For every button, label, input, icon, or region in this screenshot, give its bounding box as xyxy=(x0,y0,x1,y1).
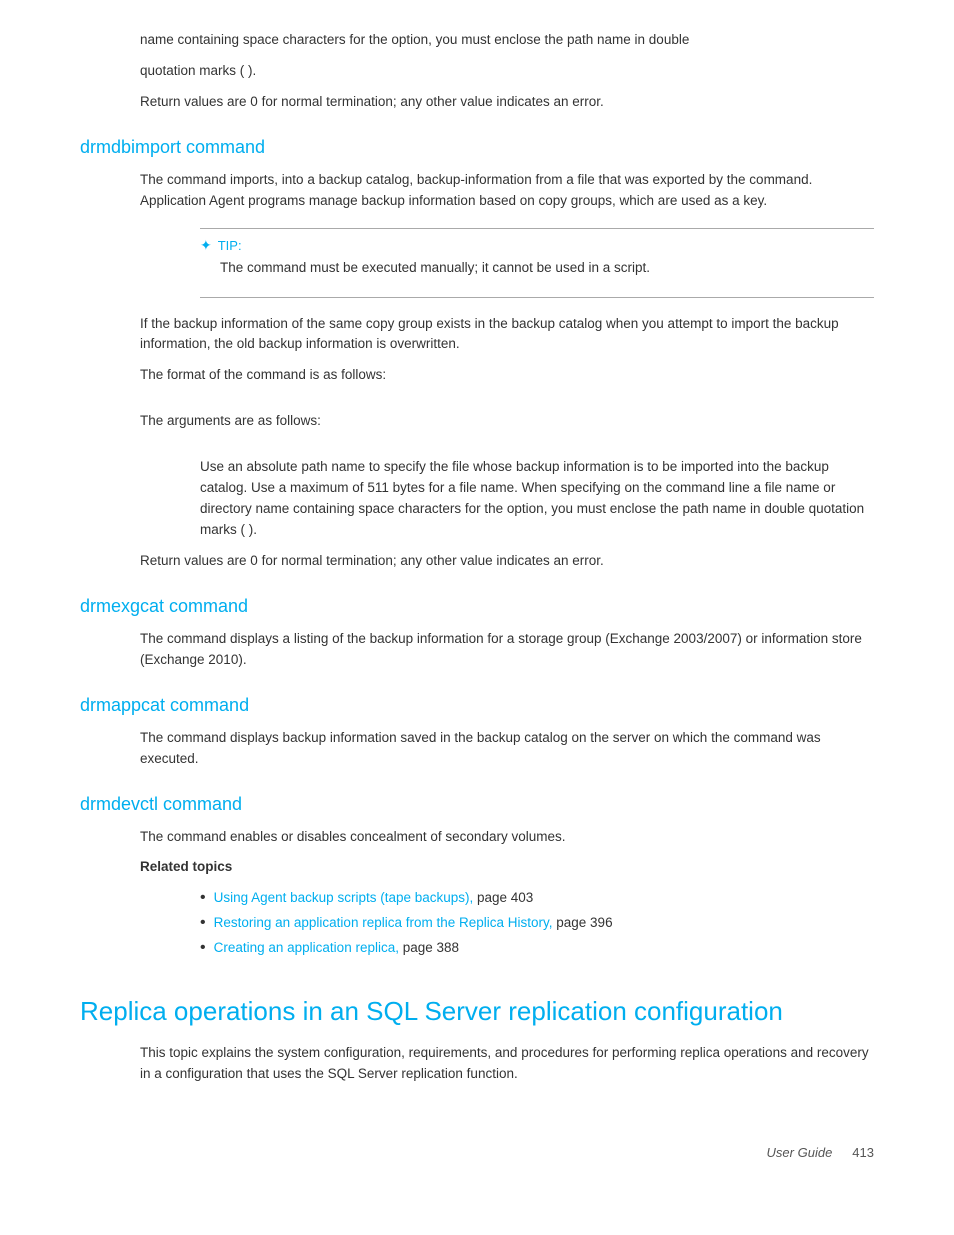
related-link-2-suffix: page 396 xyxy=(553,915,613,930)
related-link-2: Restoring an application replica from th… xyxy=(200,913,874,934)
footer-page-number: 413 xyxy=(852,1145,874,1160)
drmdbimport-return-values: Return values are 0 for normal terminati… xyxy=(140,551,874,572)
related-link-1: Using Agent backup scripts (tape backups… xyxy=(200,888,874,909)
footer-label: User Guide xyxy=(767,1145,833,1160)
page-content: name containing space characters for the… xyxy=(80,30,874,1160)
drmdbimport-body5-indent: Use an absolute path name to specify the… xyxy=(200,457,874,541)
drmdbimport-body2: If the backup information of the same co… xyxy=(140,314,874,356)
intro-text-line2: quotation marks ( ). xyxy=(140,61,874,82)
related-link-1-suffix: page 403 xyxy=(473,890,533,905)
tip-header: ✦ TIP: xyxy=(200,237,862,254)
drmdbimport-body5: Use an absolute path name to specify the… xyxy=(200,457,874,541)
related-link-1-content: Using Agent backup scripts (tape backups… xyxy=(214,888,534,909)
related-link-1-anchor[interactable]: Using Agent backup scripts (tape backups… xyxy=(214,890,474,905)
return-values-top: Return values are 0 for normal terminati… xyxy=(140,92,874,113)
related-link-2-anchor[interactable]: Restoring an application replica from th… xyxy=(214,915,553,930)
large-section-body-text: This topic explains the system configura… xyxy=(140,1043,874,1085)
tip-box: ✦ TIP: The command must be executed manu… xyxy=(200,228,874,298)
related-link-3-content: Creating an application replica, page 38… xyxy=(214,938,459,959)
large-section-heading: Replica operations in an SQL Server repl… xyxy=(80,995,874,1029)
related-topics-label: Related topics xyxy=(140,857,874,878)
drmexgcat-body: The command displays a listing of the ba… xyxy=(140,629,874,671)
drmdbimport-body: The command imports, into a backup catal… xyxy=(140,170,874,572)
drmappcat-body: The command displays backup information … xyxy=(140,728,874,770)
drmdevctl-body1: The command enables or disables concealm… xyxy=(140,827,874,848)
section-heading-drmappcat: drmappcat command xyxy=(80,695,874,716)
related-link-3-suffix: page 388 xyxy=(399,940,459,955)
related-link-2-content: Restoring an application replica from th… xyxy=(214,913,613,934)
drmexgcat-body1: The command displays a listing of the ba… xyxy=(140,629,874,671)
section-heading-drmdbimport: drmdbimport command xyxy=(80,137,874,158)
tip-text: The command must be executed manually; i… xyxy=(220,258,862,279)
related-link-3-anchor[interactable]: Creating an application replica, xyxy=(214,940,399,955)
drmappcat-body1: The command displays backup information … xyxy=(140,728,874,770)
drmdbimport-body4: The arguments are as follows: xyxy=(140,411,874,432)
related-links-list: Using Agent backup scripts (tape backups… xyxy=(200,888,874,959)
section-heading-drmdevctl: drmdevctl command xyxy=(80,794,874,815)
drmdevctl-body: The command enables or disables concealm… xyxy=(140,827,874,960)
drmdbimport-body1: The command imports, into a backup catal… xyxy=(140,170,874,212)
section-heading-drmexgcat: drmexgcat command xyxy=(80,596,874,617)
intro-paragraph: name containing space characters for the… xyxy=(140,30,874,82)
page-footer: User Guide 413 xyxy=(80,1145,874,1160)
large-section-body: This topic explains the system configura… xyxy=(140,1043,874,1085)
tip-icon: ✦ xyxy=(200,237,212,254)
related-link-3: Creating an application replica, page 38… xyxy=(200,938,874,959)
drmdbimport-body3: The format of the command is as follows: xyxy=(140,365,874,386)
intro-text-line1: name containing space characters for the… xyxy=(140,30,874,51)
tip-label: TIP: xyxy=(218,238,242,253)
